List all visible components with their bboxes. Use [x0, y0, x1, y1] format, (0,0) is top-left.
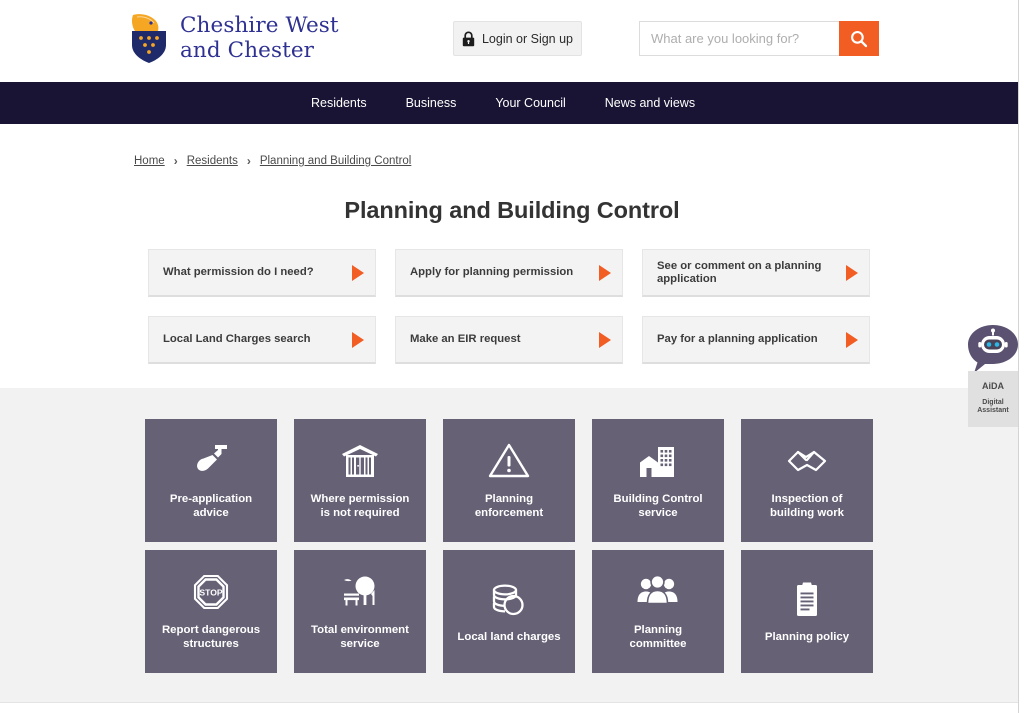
site-logo[interactable]: Cheshire West and Chester: [127, 12, 339, 64]
service-tiles-grid: Pre-application advice Where permission …: [145, 419, 873, 673]
link-card-pay-for-planning-application[interactable]: Pay for a planning application: [642, 316, 870, 364]
search-icon: [851, 30, 868, 47]
tile-inspection-of-building-work[interactable]: Inspection of building work: [741, 419, 873, 542]
quick-link-cards: What permission do I need? Apply for pla…: [148, 249, 876, 364]
aida-widget-subtitle: Digital Assistant: [977, 398, 1009, 415]
nav-item-news-and-views[interactable]: News and views: [605, 96, 695, 110]
aida-widget-name: AiDA: [982, 380, 1004, 391]
link-card-see-or-comment[interactable]: See or comment on a planning application: [642, 249, 870, 297]
stop-sign-icon: STOP: [190, 570, 232, 614]
aida-widget-label: AiDA Digital Assistant: [968, 371, 1018, 427]
link-card-make-eir-request[interactable]: Make an EIR request: [395, 316, 623, 364]
link-card-label: Apply for planning permission: [410, 266, 574, 278]
tile-local-land-charges[interactable]: Local land charges: [443, 550, 575, 673]
tile-planning-committee[interactable]: Planning committee: [592, 550, 724, 673]
login-signup-label: Login or Sign up: [481, 31, 574, 46]
tile-report-dangerous-structures[interactable]: STOP Report dangerous structures: [145, 550, 277, 673]
search-input[interactable]: [639, 21, 839, 56]
service-tiles-section: Pre-application advice Where permission …: [0, 388, 1018, 702]
triangle-right-icon: [352, 264, 364, 281]
nav-item-your-council[interactable]: Your Council: [495, 96, 565, 110]
tile-total-environment-service[interactable]: Total environment service: [294, 550, 426, 673]
nav-item-residents[interactable]: Residents: [311, 96, 367, 110]
site-header: Cheshire West and Chester Login or Sign …: [0, 0, 1024, 82]
link-card-label: Make an EIR request: [410, 333, 521, 345]
svg-text:STOP: STOP: [199, 588, 223, 598]
triangle-right-icon: [352, 331, 364, 348]
shed-icon: [339, 439, 381, 483]
breadcrumb-item-home[interactable]: Home: [134, 155, 165, 167]
shovel-icon: [190, 439, 232, 483]
handshake-icon: [785, 439, 829, 483]
page-bottom-edge: [0, 702, 1018, 713]
breadcrumb: Home › Residents › Planning and Building…: [0, 124, 1024, 168]
tile-label: Planning policy: [764, 631, 850, 643]
link-card-label: What permission do I need?: [163, 266, 314, 278]
triangle-right-icon: [599, 264, 611, 281]
link-card-label: Pay for a planning application: [657, 333, 818, 345]
site-logo-text: Cheshire West and Chester: [180, 13, 339, 63]
link-card-label: Local Land Charges search: [163, 333, 311, 345]
buildings-icon: [637, 439, 679, 483]
triangle-right-icon: [846, 331, 858, 348]
coins-icon: [487, 577, 531, 621]
tile-label: Report dangerous structures: [161, 624, 261, 650]
page-title: Planning and Building Control: [344, 197, 680, 223]
tile-label: Local land charges: [457, 631, 561, 643]
lock-icon: [462, 31, 475, 46]
tile-building-control-service[interactable]: Building Control service: [592, 419, 724, 542]
breadcrumb-separator-icon: ›: [246, 154, 251, 168]
tile-where-permission-not-required[interactable]: Where permission is not required: [294, 419, 426, 542]
login-signup-button[interactable]: Login or Sign up: [453, 21, 582, 56]
warning-triangle-icon: [488, 439, 530, 483]
search-button[interactable]: [839, 21, 879, 56]
clipboard-icon: [786, 577, 828, 621]
robot-chat-icon: [968, 325, 1018, 373]
breadcrumb-item-residents[interactable]: Residents: [187, 155, 238, 167]
site-search: [639, 21, 879, 56]
tile-pre-application-advice[interactable]: Pre-application advice: [145, 419, 277, 542]
tile-label: Pre-application advice: [169, 493, 253, 519]
link-card-apply-planning-permission[interactable]: Apply for planning permission: [395, 249, 623, 297]
breadcrumb-separator-icon: ›: [173, 154, 178, 168]
link-card-what-permission[interactable]: What permission do I need?: [148, 249, 376, 297]
link-card-local-land-charges-search[interactable]: Local Land Charges search: [148, 316, 376, 364]
nav-item-business[interactable]: Business: [406, 96, 457, 110]
tile-label: Total environment service: [311, 624, 409, 650]
tile-label: Inspection of building work: [769, 493, 845, 519]
triangle-right-icon: [846, 264, 858, 281]
tile-planning-enforcement[interactable]: Planning enforcement: [443, 419, 575, 542]
tile-label: Planning committee: [629, 624, 687, 650]
people-group-icon: [636, 570, 680, 614]
link-card-label: See or comment on a planning application: [657, 259, 822, 285]
triangle-right-icon: [599, 331, 611, 348]
tile-label: Planning enforcement: [474, 493, 544, 519]
main-navigation: Residents Business Your Council News and…: [0, 82, 1024, 124]
tile-label: Where permission is not required: [310, 493, 410, 519]
cheshire-west-chester-crest-icon: [131, 14, 166, 63]
page-root: Cheshire West and Chester Login or Sign …: [0, 0, 1024, 713]
tile-label: Building Control service: [613, 493, 703, 519]
aida-digital-assistant-widget[interactable]: AiDA Digital Assistant: [966, 323, 1020, 427]
tree-park-icon: [338, 570, 382, 614]
tile-planning-policy[interactable]: Planning policy: [741, 550, 873, 673]
breadcrumb-item-planning-and-building-control[interactable]: Planning and Building Control: [260, 155, 412, 167]
